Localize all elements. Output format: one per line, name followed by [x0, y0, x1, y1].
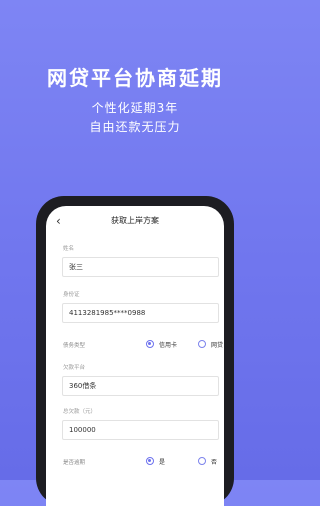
total-debt-field[interactable]: 100000 — [62, 420, 219, 440]
overdue-yes-label[interactable]: 是 — [159, 457, 165, 466]
id-card-label: 身份证 — [63, 292, 80, 298]
phone-frame: ‹ 获取上岸方案 姓名 张三 身份证 4113281985****0988 债务… — [36, 196, 234, 506]
platform-label: 欠款平台 — [63, 365, 86, 371]
debt-type-online-loan-radio[interactable] — [198, 340, 206, 348]
overdue-no-label[interactable]: 否 — [211, 457, 217, 466]
overdue-label: 是否逾期 — [63, 460, 86, 466]
hero-subtitle-line2: 自由还款无压力 — [89, 120, 181, 134]
debt-type-credit-card-label[interactable]: 信用卡 — [159, 340, 177, 349]
debt-type-credit-card-radio[interactable] — [146, 340, 154, 348]
name-label: 姓名 — [63, 246, 75, 252]
id-card-field[interactable]: 4113281985****0988 — [62, 303, 219, 323]
hero-subtitle-line1: 个性化延期3年 — [91, 101, 179, 115]
platform-field[interactable]: 360借条 — [62, 376, 219, 396]
total-debt-label: 总欠款（元） — [63, 409, 97, 415]
nav-bar: ‹ 获取上岸方案 — [46, 206, 224, 236]
debt-type-label: 债务类型 — [63, 343, 86, 349]
name-field[interactable]: 张三 — [62, 257, 219, 277]
overdue-no-radio[interactable] — [198, 457, 206, 465]
hero-title: 网贷平台协商延期 — [47, 66, 223, 90]
phone-screen: ‹ 获取上岸方案 姓名 张三 身份证 4113281985****0988 债务… — [46, 206, 224, 506]
debt-type-online-loan-label[interactable]: 网贷 — [211, 340, 223, 349]
page-title: 获取上岸方案 — [111, 216, 159, 225]
overdue-yes-radio[interactable] — [146, 457, 154, 465]
